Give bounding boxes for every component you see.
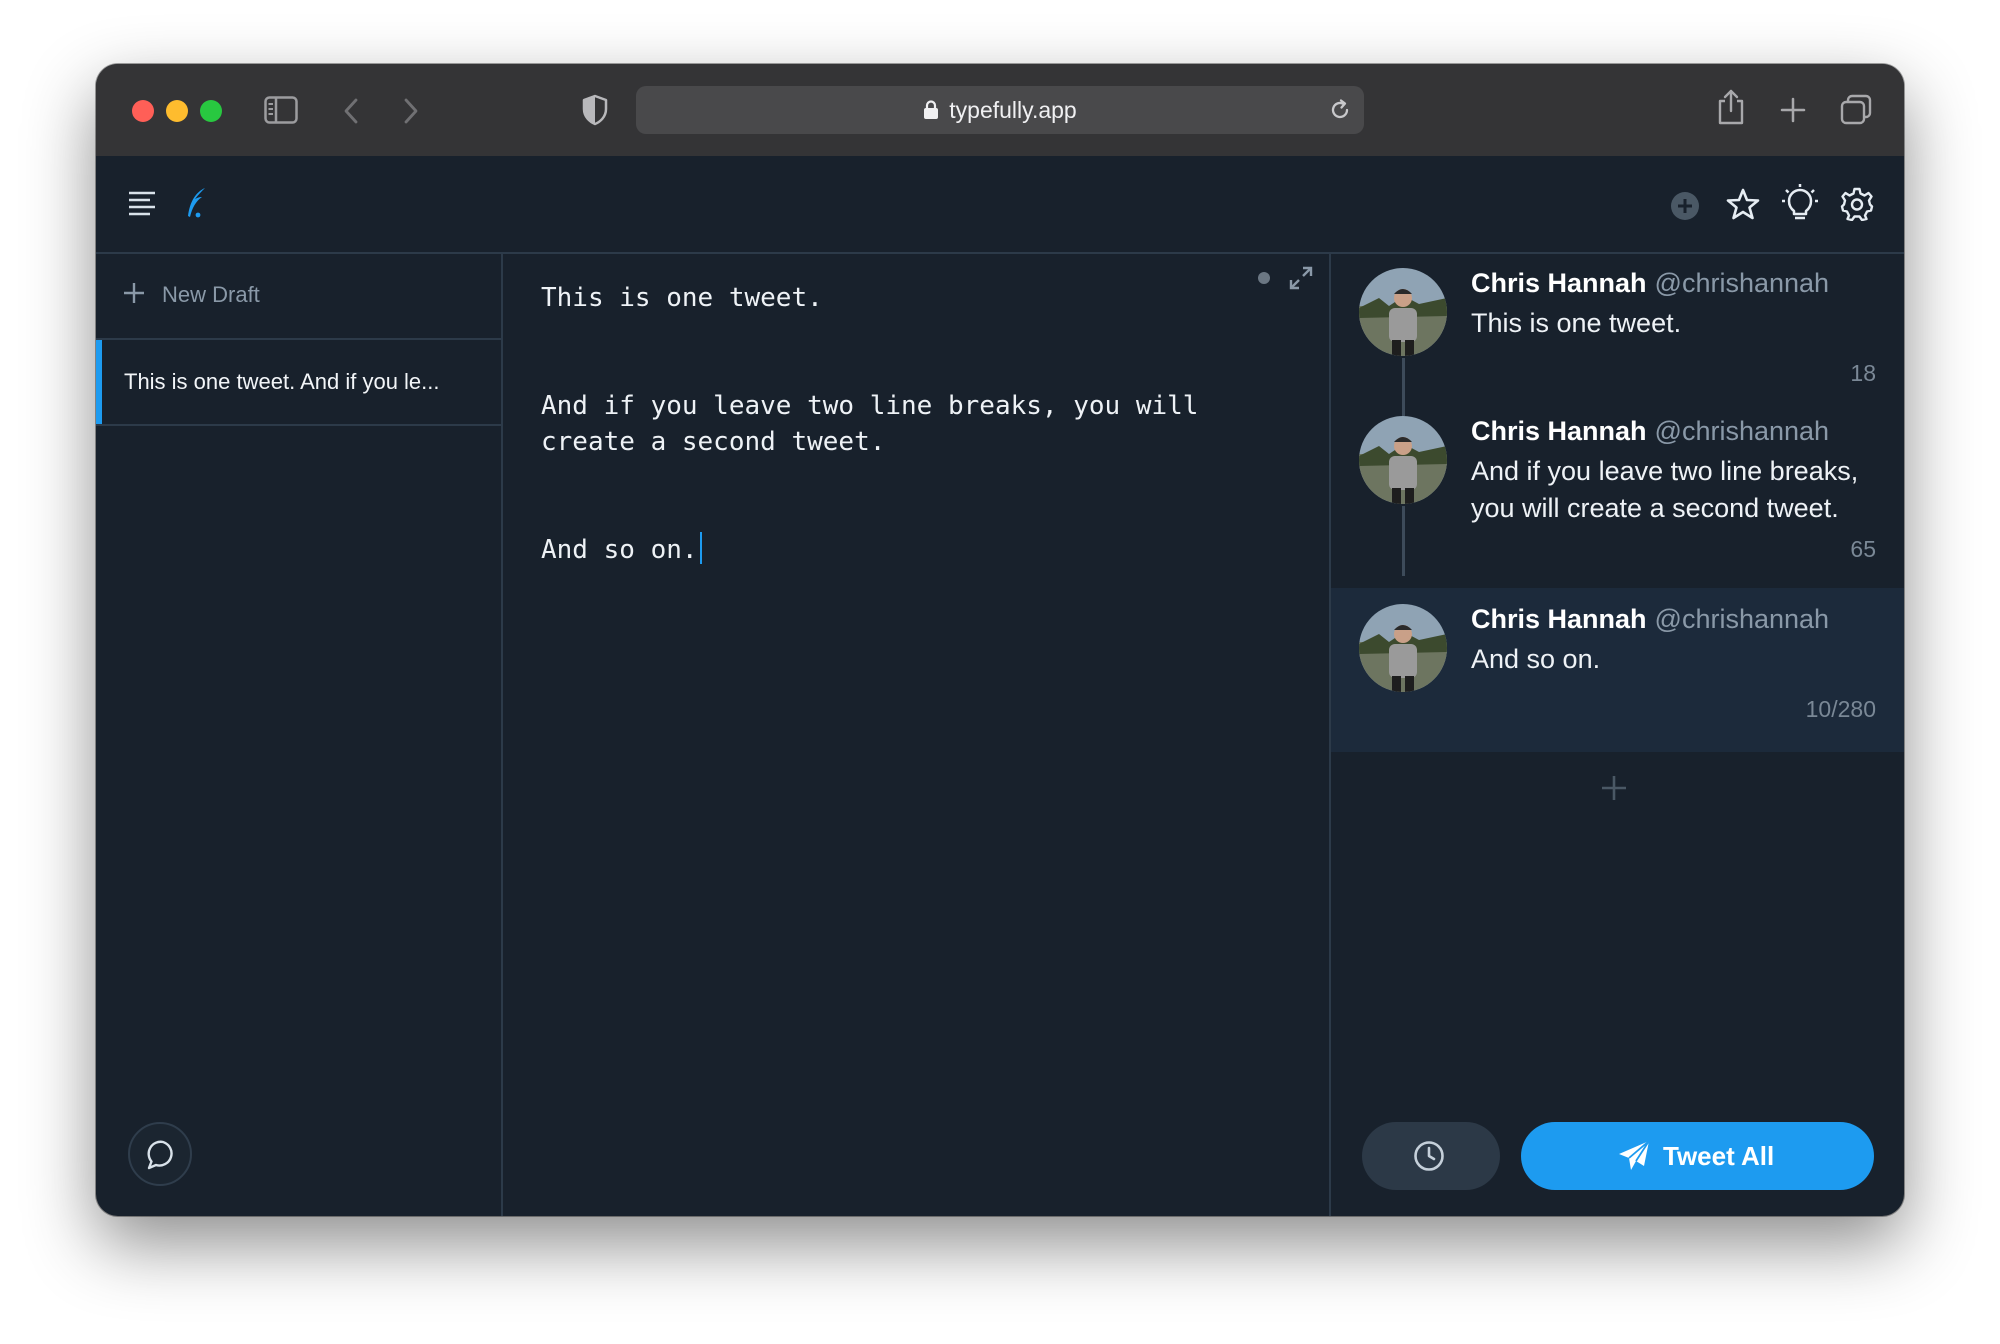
draft-list-item[interactable]: This is one tweet. And if you le... — [96, 340, 501, 426]
author-handle: @chrishannah — [1654, 268, 1830, 298]
tweet-author: Chris Hannah @chrishannah — [1471, 268, 1829, 299]
author-handle: @chrishannah — [1654, 416, 1830, 446]
browser-window: typefully.app New Draft This is one twee… — [96, 64, 1904, 1216]
address-bar[interactable]: typefully.app — [636, 86, 1364, 134]
sidebar-icon[interactable] — [264, 96, 298, 129]
new-tab-icon[interactable] — [1779, 96, 1807, 129]
editor-paragraph: And if you leave two line breaks, you wi… — [541, 391, 1199, 457]
tweet-all-button[interactable]: Tweet All — [1521, 1122, 1874, 1190]
character-count: 18 — [1850, 360, 1876, 386]
app-header — [96, 156, 1904, 254]
url-text: typefully.app — [949, 97, 1077, 123]
shield-icon[interactable] — [582, 94, 608, 131]
avatar — [1359, 416, 1447, 504]
tweet-author: Chris Hannah @chrishannah — [1471, 604, 1829, 635]
reload-icon[interactable] — [1328, 98, 1352, 127]
schedule-button[interactable] — [1362, 1122, 1500, 1190]
character-count: 65 — [1850, 536, 1876, 562]
drafts-panel: New Draft This is one tweet. And if you … — [96, 252, 503, 1216]
tweet-text: This is one tweet. — [1471, 308, 1682, 338]
plus-circle-icon[interactable] — [1670, 191, 1700, 226]
browser-toolbar: typefully.app — [96, 64, 1904, 158]
minimize-window-button[interactable] — [166, 100, 188, 122]
author-handle: @chrishannah — [1654, 604, 1830, 634]
feather-logo-icon[interactable] — [184, 186, 208, 225]
add-tweet-button[interactable] — [1600, 774, 1628, 807]
plus-icon — [122, 281, 146, 311]
back-icon[interactable] — [341, 96, 361, 131]
avatar — [1359, 604, 1447, 692]
thread-connector — [1402, 358, 1405, 400]
editor-paragraph-text: And so on. — [541, 535, 698, 565]
thread-connector — [1402, 400, 1405, 416]
thread-preview-panel: Chris Hannah @chrishannah This is one twe… — [1331, 252, 1904, 1216]
tweet-text: And so on. — [1471, 644, 1601, 674]
close-window-button[interactable] — [132, 100, 154, 122]
author-name: Chris Hannah — [1471, 416, 1647, 446]
character-count: 10/280 — [1805, 696, 1876, 722]
tweet-preview[interactable]: Chris Hannah @chrishannah This is one twe… — [1331, 252, 1904, 400]
selected-indicator — [96, 340, 102, 424]
gear-icon[interactable] — [1840, 187, 1874, 226]
draft-preview: This is one tweet. And if you le... — [124, 369, 440, 394]
author-name: Chris Hannah — [1471, 268, 1647, 298]
feedback-button[interactable] — [128, 1122, 192, 1186]
menu-icon[interactable] — [128, 190, 156, 221]
tweet-preview[interactable]: Chris Hannah @chrishannah And if you leav… — [1331, 400, 1904, 576]
text-caret — [699, 532, 702, 564]
avatar — [1359, 268, 1447, 356]
zoom-window-button[interactable] — [200, 100, 222, 122]
thread-connector — [1402, 506, 1405, 576]
new-draft-button[interactable]: New Draft — [96, 252, 501, 340]
share-icon[interactable] — [1716, 88, 1746, 131]
editor-paragraph-last: And so on. — [541, 532, 1281, 568]
tweet-all-label: Tweet All — [1663, 1141, 1775, 1171]
tabs-icon[interactable] — [1839, 94, 1873, 131]
author-name: Chris Hannah — [1471, 604, 1647, 634]
tweet-author: Chris Hannah @chrishannah — [1471, 416, 1829, 447]
lock-icon — [923, 88, 939, 136]
forward-icon[interactable] — [401, 96, 421, 131]
expand-icon[interactable] — [1288, 265, 1314, 296]
tweet-preview-active[interactable]: Chris Hannah @chrishannah And so on. 10/2… — [1331, 588, 1904, 752]
tweet-text: And if you leave two line breaks, you wi… — [1471, 456, 1859, 523]
editor-paragraph: This is one tweet. — [541, 283, 823, 313]
lightbulb-icon[interactable] — [1782, 184, 1818, 229]
editor-panel[interactable]: This is one tweet. And if you leave two … — [503, 252, 1331, 1216]
star-icon[interactable] — [1726, 187, 1760, 226]
new-draft-label: New Draft — [162, 282, 260, 307]
